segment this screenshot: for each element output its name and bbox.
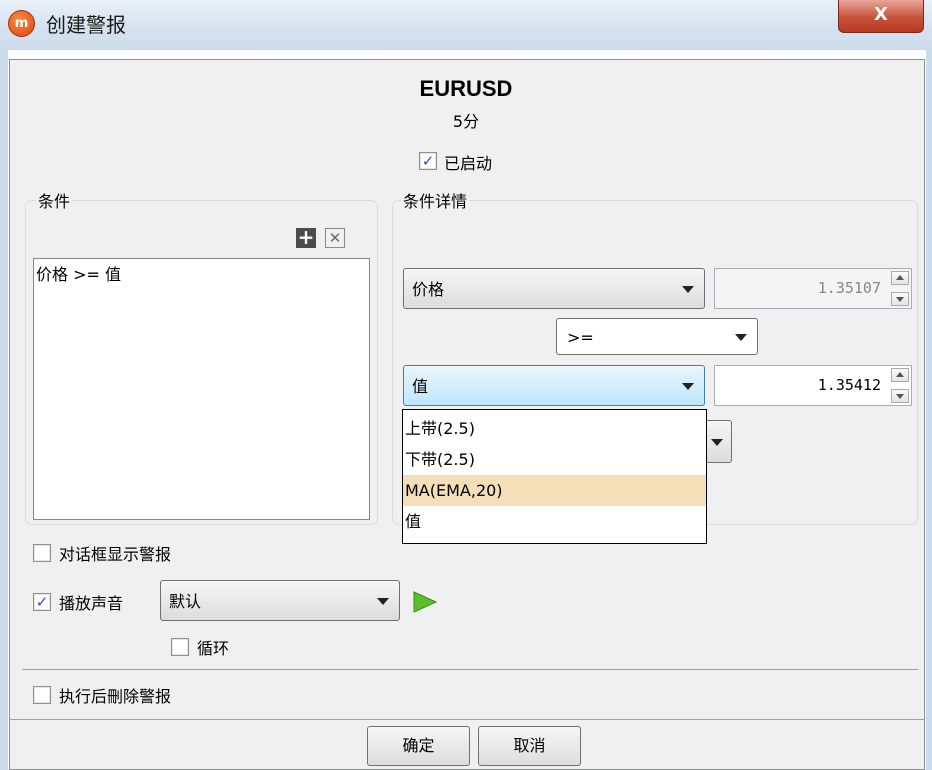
divider <box>9 719 925 720</box>
spin-up-icon[interactable] <box>891 368 909 382</box>
dropdown-option[interactable]: 下带(2.5) <box>403 444 706 475</box>
left-value-spinner[interactable]: 1.35107 <box>714 268 912 309</box>
delete-after-label: 执行后刪除警报 <box>59 687 172 706</box>
cancel-button[interactable]: 取消 <box>478 726 581 766</box>
dropdown-option[interactable]: 值 <box>403 506 706 537</box>
dropdown-option-hovered[interactable]: MA(EMA,20) <box>403 475 706 506</box>
operator-text: >= <box>567 328 594 347</box>
chevron-down-icon <box>377 597 389 605</box>
chevron-down-icon <box>735 333 747 341</box>
chevron-down-icon <box>711 438 723 446</box>
enabled-checkbox[interactable]: ✓ <box>419 152 437 170</box>
spin-down-icon[interactable] <box>891 389 909 403</box>
plus-icon[interactable]: + <box>296 227 316 248</box>
left-value-text: 1.35107 <box>817 279 881 297</box>
symbol-label: EURUSD <box>419 76 513 101</box>
spin-up-icon[interactable] <box>891 271 909 285</box>
divider <box>22 669 918 670</box>
loop-checkbox[interactable] <box>171 638 189 656</box>
chevron-down-icon <box>682 382 694 390</box>
right-value-text: 1.35412 <box>817 376 881 394</box>
play-sound-checkbox[interactable]: ✓ <box>33 593 51 611</box>
left-operand-text: 价格 <box>412 280 445 299</box>
app-icon: m <box>8 10 35 37</box>
delete-after-checkbox[interactable] <box>33 686 51 704</box>
right-value-spinner[interactable]: 1.35412 <box>714 365 912 406</box>
ok-button[interactable]: 确定 <box>367 726 470 766</box>
play-icon[interactable] <box>412 590 438 614</box>
details-title: 条件详情 <box>401 188 470 212</box>
conditions-list[interactable]: 价格 >= 值 <box>33 258 370 520</box>
x-box-icon[interactable]: ✕ <box>325 228 345 248</box>
show-dialog-label: 对话框显示警报 <box>59 545 172 564</box>
operand-dropdown-list[interactable]: 上带(2.5) 下带(2.5) MA(EMA,20) 值 <box>402 409 707 544</box>
right-operand-select[interactable]: 值 <box>403 365 705 406</box>
enabled-label: 已启动 <box>444 154 493 173</box>
dropdown-option[interactable]: 上带(2.5) <box>403 413 706 444</box>
window-title: 创建警报 <box>46 13 126 37</box>
operator-select[interactable]: >= <box>556 318 758 355</box>
title-bar <box>0 0 932 50</box>
loop-label: 循环 <box>197 639 230 658</box>
close-button[interactable]: X <box>838 0 924 33</box>
spin-down-icon[interactable] <box>891 292 909 306</box>
chevron-down-icon <box>682 285 694 293</box>
timeframe-label: 5分 <box>452 112 480 131</box>
left-operand-select[interactable]: 价格 <box>403 268 705 309</box>
play-sound-label: 播放声音 <box>59 594 124 613</box>
sound-select[interactable]: 默认 <box>160 580 400 621</box>
list-item[interactable]: 价格 >= 值 <box>36 261 121 285</box>
right-operand-text: 值 <box>412 377 429 396</box>
sound-select-text: 默认 <box>169 592 202 611</box>
show-dialog-checkbox[interactable] <box>33 544 51 562</box>
conditions-title: 条件 <box>36 188 73 212</box>
